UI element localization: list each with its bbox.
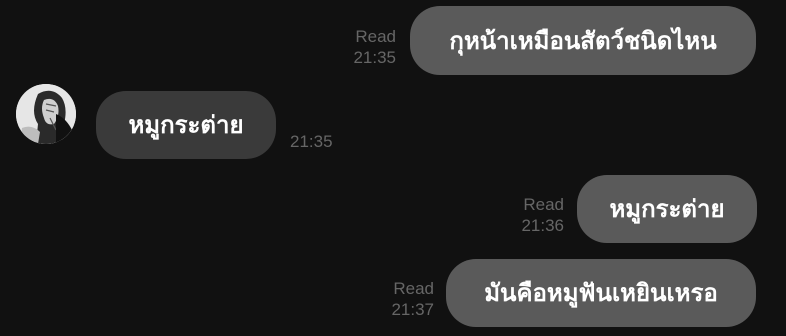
message-bubble-incoming[interactable]: หมูกระต่าย bbox=[96, 91, 276, 159]
message-text: หมูกระต่าย bbox=[128, 111, 244, 139]
message-1-meta: Read 21:35 bbox=[353, 26, 396, 68]
timestamp: 21:36 bbox=[521, 216, 564, 235]
message-text: หมูกระต่าย bbox=[609, 195, 725, 223]
message-3-meta: Read 21:36 bbox=[521, 194, 564, 236]
timestamp: 21:35 bbox=[353, 48, 396, 67]
message-4-meta: Read 21:37 bbox=[391, 278, 434, 320]
avatar[interactable] bbox=[16, 84, 76, 144]
message-2-meta: 21:35 bbox=[290, 131, 333, 152]
timestamp: 21:35 bbox=[290, 132, 333, 151]
message-bubble-outgoing[interactable]: มันคือหมูฟันเหยินเหรอ bbox=[446, 259, 756, 327]
message-bubble-outgoing[interactable]: กุหน้าเหมือนสัตว์ชนิดไหน bbox=[410, 6, 756, 75]
message-bubble-outgoing[interactable]: หมูกระต่าย bbox=[577, 175, 757, 243]
read-receipt: Read bbox=[393, 279, 434, 298]
read-receipt: Read bbox=[523, 195, 564, 214]
read-receipt: Read bbox=[355, 27, 396, 46]
timestamp: 21:37 bbox=[391, 300, 434, 319]
message-text: กุหน้าเหมือนสัตว์ชนิดไหน bbox=[449, 26, 717, 55]
message-text: มันคือหมูฟันเหยินเหรอ bbox=[484, 279, 718, 307]
avatar-image bbox=[16, 84, 76, 144]
